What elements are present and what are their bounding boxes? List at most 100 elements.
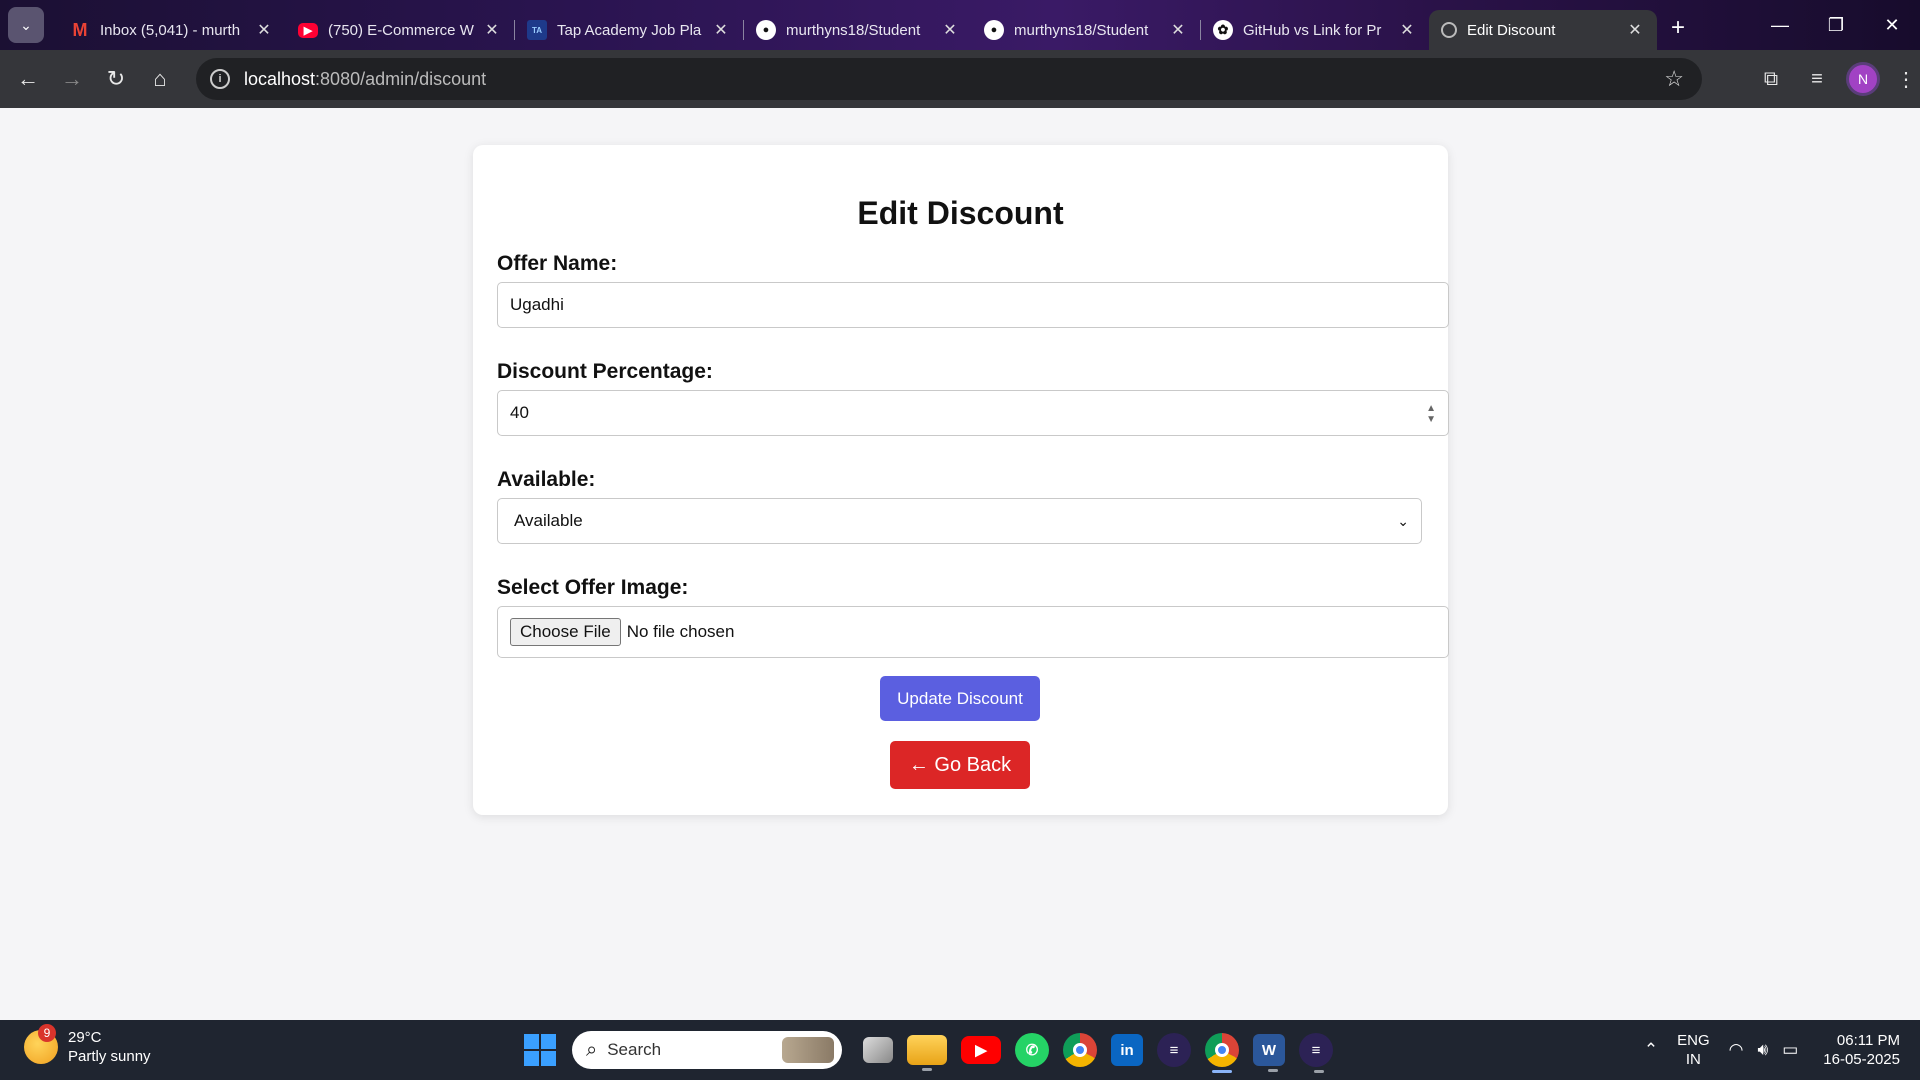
forward-arrow-icon[interactable]: → [50,66,94,92]
update-discount-button[interactable]: Update Discount [880,676,1040,721]
tab-github-2[interactable]: ● murthyns18/Student ✕ [972,10,1200,50]
windows-start-icon[interactable] [524,1034,556,1066]
close-icon[interactable]: ✕ [1168,20,1188,40]
menu-kebab-icon[interactable]: ⋮ [1892,67,1920,92]
offer-image-label: Select Offer Image: [497,576,689,599]
taskbar-apps: ⌕ Search ▶ ✆ in ≡ W ≡ [524,1026,1340,1074]
wifi-icon[interactable]: ◠ [1729,1040,1744,1060]
restore-icon[interactable]: ❐ [1808,15,1864,36]
close-window-icon[interactable]: ✕ [1864,15,1920,36]
close-icon[interactable]: ✕ [1625,20,1645,40]
lang-line1: ENG [1677,1032,1710,1049]
address-bar[interactable]: i localhost:8080/admin/discount ☆ [196,58,1702,100]
page-content: Edit Discount Offer Name: Ugadhi Discoun… [0,108,1920,1020]
tab-title: Tap Academy Job Pla [557,21,702,39]
choose-file-button[interactable]: Choose File [510,618,621,646]
battery-icon[interactable]: ▭ [1782,1040,1798,1060]
tapacademy-icon: TA [527,20,547,40]
available-selected-value: Available [514,511,583,530]
github-icon: ● [756,20,776,40]
search-highlight-image [782,1037,834,1063]
chatgpt-icon: ✿ [1213,20,1233,40]
reload-icon[interactable]: ↻ [94,66,138,92]
eclipse-icon[interactable]: ≡ [1299,1033,1333,1073]
number-spinner[interactable]: ▲ ▼ [1426,403,1436,425]
github-icon: ● [984,20,1004,40]
close-icon[interactable]: ✕ [711,20,731,40]
profile-avatar[interactable]: N [1846,62,1880,96]
chevron-up-icon[interactable]: ⌃ [1644,1040,1658,1060]
youtube-icon: ▶ [298,22,318,38]
clock[interactable]: 06:11 PM 16-05-2025 [1823,1031,1900,1069]
url-path: :8080/admin/discount [315,68,487,89]
gmail-icon: M [72,19,88,40]
partly-sunny-icon: 9 [24,1024,58,1064]
close-icon[interactable]: ✕ [1397,20,1417,40]
site-info-icon[interactable]: i [210,69,230,89]
media-control-icon[interactable]: ≡ [1794,68,1840,91]
available-select[interactable]: Available ⌄ [497,498,1422,544]
linkedin-icon[interactable]: in [1111,1034,1143,1066]
page-title: Edit Discount [857,195,1064,231]
window-controls: — ❐ ✕ [1752,0,1920,50]
tab-edit-discount[interactable]: Edit Discount ✕ [1429,10,1657,50]
weather-widget[interactable]: 9 29°C Partly sunny [24,1024,151,1066]
tab-list: M Inbox (5,041) - murth ✕ ▶ (750) E-Comm… [58,0,1657,50]
search-icon: ⌕ [586,1038,598,1061]
word-icon[interactable]: W [1253,1034,1285,1072]
extensions-icon[interactable]: ⧉ [1748,68,1794,91]
task-view-icon[interactable] [863,1037,893,1063]
offer-name-input[interactable]: Ugadhi [497,282,1449,328]
weather-badge: 9 [38,1024,56,1042]
taskbar-search[interactable]: ⌕ Search [572,1031,842,1069]
available-label: Available: [497,468,596,491]
globe-icon [1441,22,1457,38]
close-icon[interactable]: ✕ [482,20,502,40]
weather-text: 29°C Partly sunny [68,1028,151,1066]
youtube-icon[interactable]: ▶ [961,1036,1001,1064]
back-arrow-icon[interactable]: ← [6,66,50,92]
offer-image-file-input[interactable]: Choose File No file chosen [497,606,1449,658]
tab-tapacademy[interactable]: TA Tap Academy Job Pla ✕ [515,10,743,50]
whatsapp-icon[interactable]: ✆ [1015,1033,1049,1067]
close-icon[interactable]: ✕ [254,20,274,40]
tab-search-button[interactable]: ⌄ [8,7,44,43]
discount-percentage-label: Discount Percentage: [497,360,713,383]
search-placeholder: Search [607,1040,662,1059]
weather-condition: Partly sunny [68,1048,151,1065]
file-status-text: No file chosen [626,622,735,641]
spin-up-icon[interactable]: ▲ [1426,403,1436,414]
chrome-icon[interactable] [1063,1033,1097,1067]
tab-chatgpt[interactable]: ✿ GitHub vs Link for Pr ✕ [1201,10,1429,50]
browser-tab-strip: ⌄ M Inbox (5,041) - murth ✕ ▶ (750) E-Co… [0,0,1920,50]
close-icon[interactable]: ✕ [940,20,960,40]
file-explorer-icon[interactable] [907,1035,947,1071]
tab-title: (750) E-Commerce W [328,21,474,39]
lang-line2: IN [1685,1051,1701,1068]
tab-gmail[interactable]: M Inbox (5,041) - murth ✕ [58,10,286,50]
tab-github-1[interactable]: ● murthyns18/Student ✕ [744,10,972,50]
tab-title: GitHub vs Link for Pr [1243,21,1382,39]
home-icon[interactable]: ⌂ [138,66,182,92]
discount-percentage-value: 40 [510,403,529,422]
chevron-down-icon: ⌄ [1397,512,1409,529]
volume-icon[interactable]: 🔊︎ [1757,1040,1768,1060]
tab-youtube[interactable]: ▶ (750) E-Commerce W ✕ [286,10,514,50]
toolbar-right: ⧉ ≡ N ⋮ [1748,50,1920,108]
new-tab-button[interactable]: + [1671,14,1685,42]
discount-percentage-input[interactable]: 40 ▲ ▼ [497,390,1449,436]
time: 06:11 PM [1836,1032,1900,1049]
minimize-icon[interactable]: — [1752,15,1808,36]
spin-down-icon[interactable]: ▼ [1426,414,1436,425]
go-back-button[interactable]: ← Go Back [890,741,1030,789]
tab-title: murthyns18/Student [1014,21,1149,39]
eclipse-icon[interactable]: ≡ [1157,1033,1191,1067]
offer-name-label: Offer Name: [497,252,618,275]
language-indicator[interactable]: ENG IN [1677,1031,1710,1069]
chrome-profile-icon[interactable] [1205,1033,1239,1073]
tab-title: murthyns18/Student [786,21,921,39]
system-tray: ⌃ ENG IN ◠ 🔊︎ ▭ 06:11 PM 16-05-2025 [1637,1020,1920,1080]
bookmark-star-icon[interactable]: ☆ [1664,66,1684,92]
temperature: 29°C [68,1029,102,1046]
date: 16-05-2025 [1823,1051,1900,1068]
